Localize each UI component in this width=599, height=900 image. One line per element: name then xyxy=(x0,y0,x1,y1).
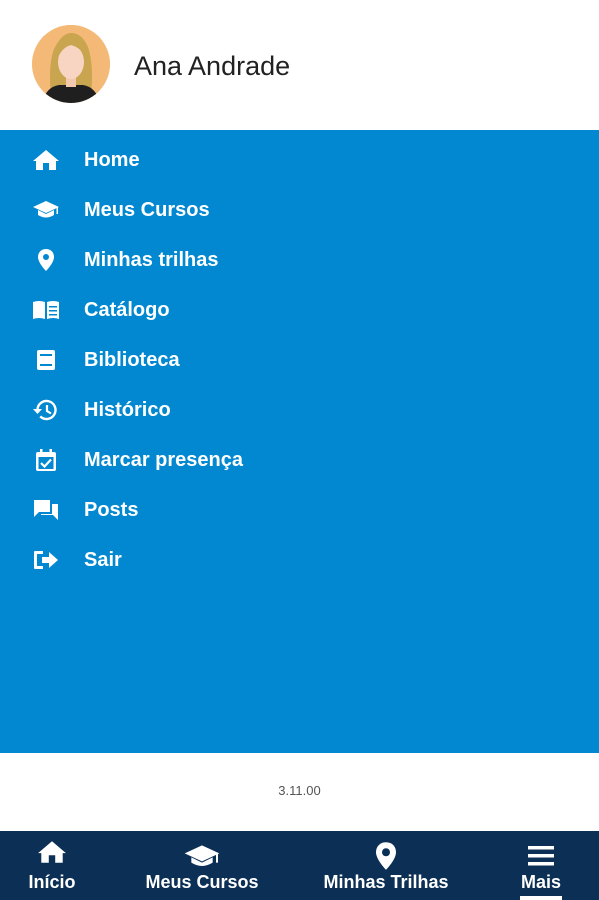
menu-item-marcar-presenca[interactable]: Marcar presença xyxy=(0,435,599,485)
menu-item-minhas-trilhas[interactable]: Minhas trilhas xyxy=(0,235,599,285)
tab-inicio[interactable]: Início xyxy=(12,831,92,900)
profile-header: Ana Andrade xyxy=(0,0,599,130)
bottom-navigation: Início Meus Cursos Minhas Trilhas Mais xyxy=(0,831,599,900)
map-pin-icon xyxy=(373,841,399,871)
home-icon xyxy=(37,839,67,865)
user-name: Ana Andrade xyxy=(134,51,291,81)
map-pin-icon xyxy=(32,248,60,272)
menu-item-catalogo[interactable]: Catálogo xyxy=(0,285,599,335)
logout-icon xyxy=(32,548,60,572)
history-icon xyxy=(32,398,60,422)
book-icon xyxy=(32,348,60,372)
tab-meus-cursos[interactable]: Meus Cursos xyxy=(137,831,267,900)
tab-mais[interactable]: Mais xyxy=(508,831,574,900)
menu-item-historico[interactable]: Histórico xyxy=(0,385,599,435)
menu-item-label: Catálogo xyxy=(84,299,170,321)
home-icon xyxy=(32,148,60,172)
tab-minhas-trilhas[interactable]: Minhas Trilhas xyxy=(316,831,456,900)
tab-label: Meus Cursos xyxy=(145,872,259,892)
hamburger-menu-icon xyxy=(528,845,554,867)
menu-item-posts[interactable]: Posts xyxy=(0,485,599,535)
navigation-menu: Home Meus Cursos Minhas trilhas Catálogo… xyxy=(0,130,599,753)
app-screen: Ana Andrade Home Meus Cursos Minhas tril… xyxy=(0,0,599,900)
menu-item-label: Posts xyxy=(84,499,139,521)
app-version: 3.11.00 xyxy=(278,783,321,798)
avatar[interactable] xyxy=(32,25,110,103)
calendar-check-icon xyxy=(32,448,60,472)
menu-item-label: Biblioteca xyxy=(84,349,180,371)
chat-bubbles-icon xyxy=(32,498,60,522)
menu-item-label: Meus Cursos xyxy=(84,199,210,221)
menu-item-label: Histórico xyxy=(84,399,171,421)
menu-item-meus-cursos[interactable]: Meus Cursos xyxy=(0,185,599,235)
menu-item-sair[interactable]: Sair xyxy=(0,535,599,585)
tab-label: Mais xyxy=(520,872,562,892)
open-book-icon xyxy=(32,298,60,322)
tab-label: Minhas Trilhas xyxy=(323,872,449,892)
graduation-cap-icon xyxy=(32,198,60,222)
menu-item-label: Sair xyxy=(84,549,122,571)
graduation-cap-icon xyxy=(183,844,221,868)
menu-item-biblioteca[interactable]: Biblioteca xyxy=(0,335,599,385)
tab-label: Início xyxy=(28,872,76,892)
menu-item-home[interactable]: Home xyxy=(0,135,599,185)
menu-item-label: Minhas trilhas xyxy=(84,249,219,271)
active-tab-indicator xyxy=(520,896,562,900)
menu-item-label: Marcar presença xyxy=(84,449,243,471)
menu-item-label: Home xyxy=(84,149,140,171)
